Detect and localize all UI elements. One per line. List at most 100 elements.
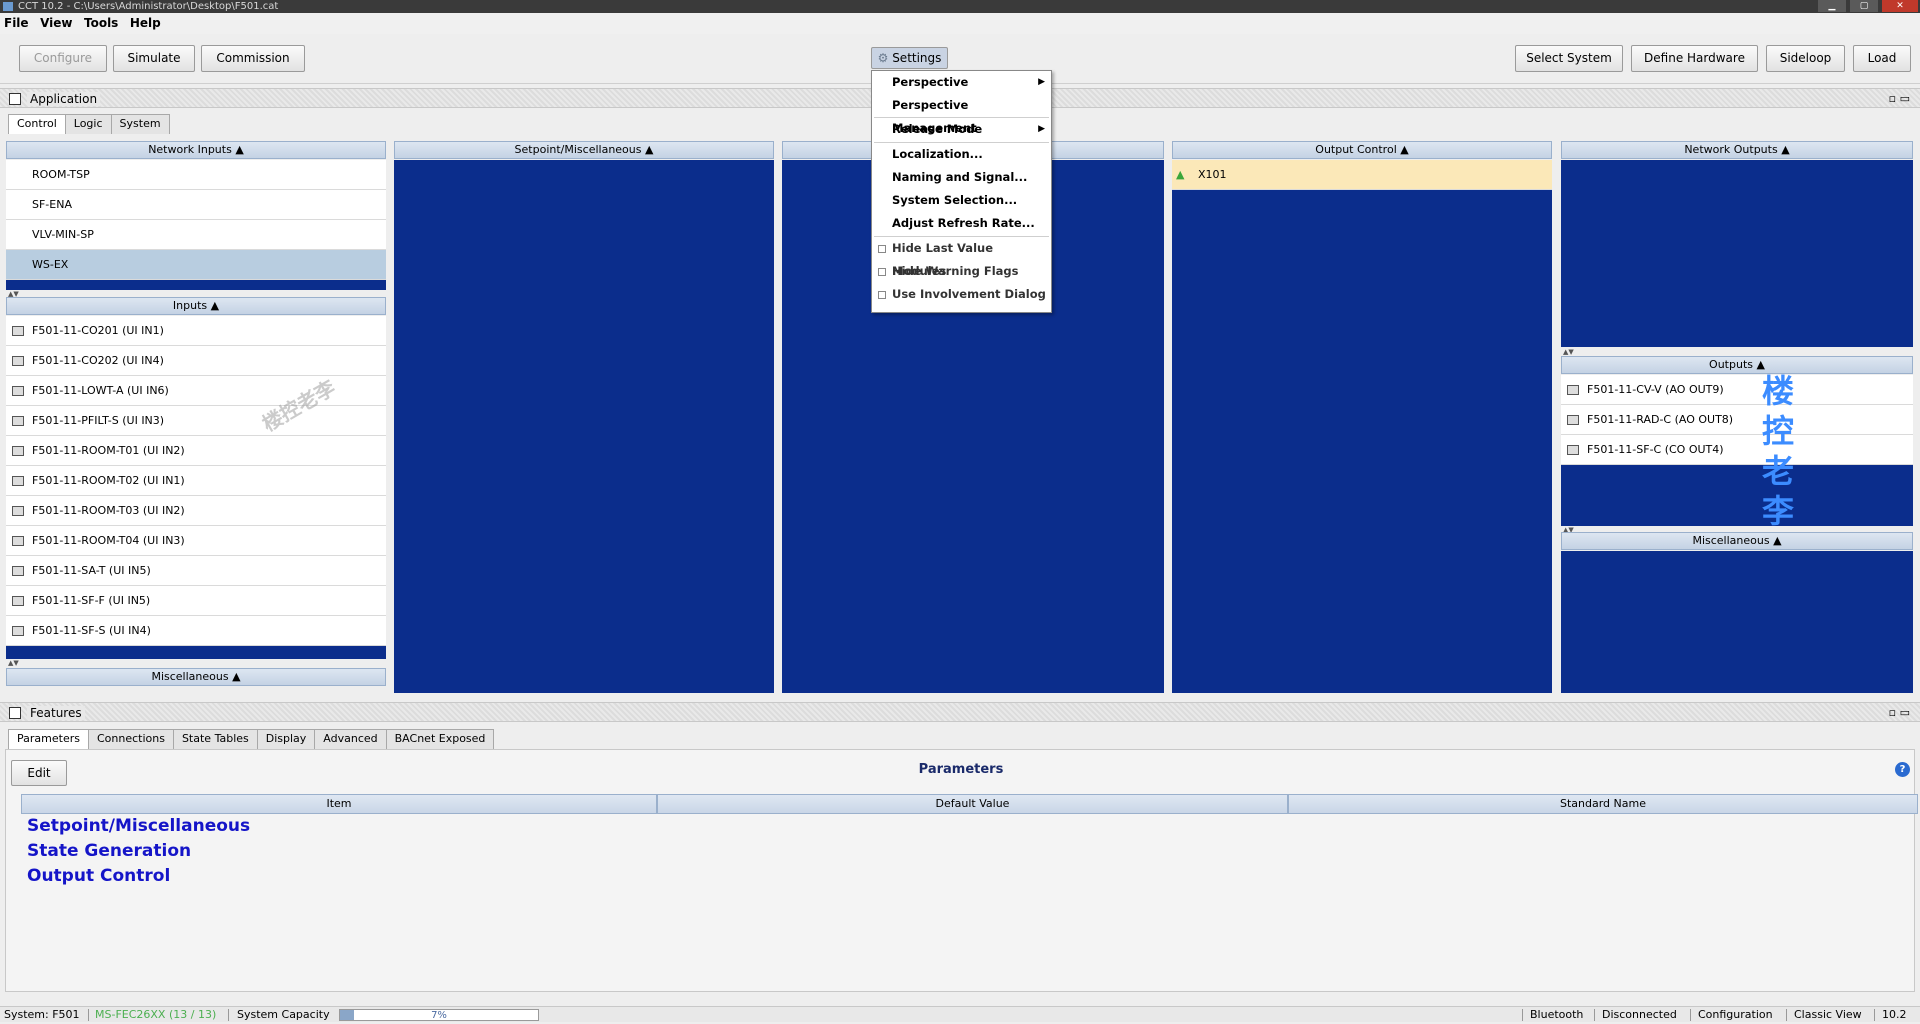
list-item-label: F501-11-PFILT-S (UI IN3) xyxy=(32,414,165,427)
group-state-generation[interactable]: State Generation xyxy=(27,841,191,861)
tab-state-tables[interactable]: State Tables xyxy=(172,729,258,749)
input-module-icon xyxy=(12,596,24,606)
splitter-arrows-icon[interactable]: ▲▼ xyxy=(8,659,19,667)
watermark-char: 李 xyxy=(1762,492,1795,530)
configure-button[interactable]: Configure xyxy=(19,45,107,72)
inputs-panel: F501-11-CO201 (UI IN1) F501-11-CO202 (UI… xyxy=(6,316,386,659)
network-outputs-header[interactable]: Network Outputs ▲ xyxy=(1561,141,1913,159)
menu-item-release-mode[interactable]: Release Mode ▶ xyxy=(872,118,1051,141)
list-item[interactable]: F501-11-SA-T (UI IN5) xyxy=(6,556,386,586)
column-header-standard-name[interactable]: Standard Name xyxy=(1288,794,1918,814)
simulate-button[interactable]: Simulate xyxy=(113,45,195,72)
status-divider xyxy=(1874,1009,1875,1021)
restore-icon[interactable]: ▫ ▭ xyxy=(1889,706,1910,719)
list-item-label: F501-11-LOWT-A (UI IN6) xyxy=(32,384,169,397)
menu-item-label: Hide Warning Flags xyxy=(892,264,1019,278)
menu-help[interactable]: Help xyxy=(126,13,165,33)
list-item-label: F501-11-ROOM-T02 (UI IN1) xyxy=(32,474,185,487)
outputs-header[interactable]: Outputs ▲ xyxy=(1561,356,1913,374)
select-system-button[interactable]: Select System xyxy=(1515,45,1623,72)
input-module-icon xyxy=(12,446,24,456)
list-item[interactable]: SF-ENA xyxy=(6,190,386,220)
list-item[interactable]: F501-11-CO202 (UI IN4) xyxy=(6,346,386,376)
menu-item-system-selection[interactable]: System Selection... xyxy=(872,189,1051,212)
menu-item-hide-last-value-modules[interactable]: Hide Last Value Modules xyxy=(872,237,1051,278)
menu-item-perspective-management[interactable]: Perspective Management xyxy=(872,94,1051,135)
input-module-icon xyxy=(12,506,24,516)
checkbox-icon xyxy=(878,291,886,299)
menu-item-perspective[interactable]: Perspective ▶ xyxy=(872,71,1051,94)
menu-item-naming-and-signal[interactable]: Naming and Signal... xyxy=(872,166,1051,189)
settings-button[interactable]: ⚙ Settings xyxy=(871,47,948,69)
menu-tools[interactable]: Tools xyxy=(80,13,122,33)
tab-display[interactable]: Display xyxy=(256,729,316,749)
application-collapse-checkbox[interactable] xyxy=(9,93,21,105)
menu-file[interactable]: File xyxy=(0,13,33,33)
status-divider xyxy=(1594,1009,1595,1021)
submenu-arrow-icon: ▶ xyxy=(1038,77,1045,87)
input-module-icon xyxy=(12,356,24,366)
load-button[interactable]: Load xyxy=(1853,45,1911,72)
minimize-icon[interactable]: ▁ xyxy=(1818,0,1846,12)
misc-right-header[interactable]: Miscellaneous ▲ xyxy=(1561,532,1913,550)
tab-advanced[interactable]: Advanced xyxy=(314,729,387,749)
splitter-arrows-icon[interactable]: ▲▼ xyxy=(1563,348,1574,356)
restore-icon[interactable]: ▫ ▭ xyxy=(1889,92,1910,105)
column-header-item[interactable]: Item xyxy=(21,794,657,814)
tab-logic[interactable]: Logic xyxy=(64,114,112,134)
checkbox-icon xyxy=(878,245,886,253)
tab-connections[interactable]: Connections xyxy=(87,729,174,749)
output-module-icon xyxy=(1567,385,1579,395)
output-control-header[interactable]: Output Control ▲ xyxy=(1172,141,1552,159)
status-divider xyxy=(1522,1009,1523,1021)
status-controller: MS-FEC26XX (13 / 13) xyxy=(95,1008,217,1021)
list-item[interactable]: F501-11-SF-F (UI IN5) xyxy=(6,586,386,616)
menu-view[interactable]: View xyxy=(36,13,76,33)
network-inputs-header[interactable]: Network Inputs ▲ xyxy=(6,141,386,159)
list-item[interactable]: F501-11-ROOM-T01 (UI IN2) xyxy=(6,436,386,466)
list-item[interactable]: F501-11-PFILT-S (UI IN3) xyxy=(6,406,386,436)
setpoint-header[interactable]: Setpoint/Miscellaneous ▲ xyxy=(394,141,774,159)
menu-item-use-involvement-dialog[interactable]: Use Involvement Dialog xyxy=(872,283,1051,306)
inputs-header[interactable]: Inputs ▲ xyxy=(6,297,386,315)
list-item-selected[interactable]: WS-EX xyxy=(6,250,386,280)
list-item-label: F501-11-RAD-C (AO OUT8) xyxy=(1587,413,1734,426)
list-item[interactable]: ▲ X101 xyxy=(1172,160,1552,190)
status-capacity-label: System Capacity xyxy=(237,1008,330,1021)
list-item-label: F501-11-SA-T (UI IN5) xyxy=(32,564,151,577)
list-item[interactable]: F501-11-ROOM-T03 (UI IN2) xyxy=(6,496,386,526)
features-collapse-checkbox[interactable] xyxy=(9,707,21,719)
group-output-control[interactable]: Output Control xyxy=(27,866,170,886)
define-hardware-button[interactable]: Define Hardware xyxy=(1631,45,1758,72)
tab-system[interactable]: System xyxy=(110,114,170,134)
menu-item-adjust-refresh-rate[interactable]: Adjust Refresh Rate... xyxy=(872,212,1051,235)
list-item[interactable]: F501-11-CV-V (AO OUT9) xyxy=(1561,375,1913,405)
tab-parameters[interactable]: Parameters xyxy=(8,729,89,749)
menu-item-label: Adjust Refresh Rate... xyxy=(892,216,1035,230)
maximize-icon[interactable]: ▢ xyxy=(1850,0,1878,12)
menu-item-label: System Selection... xyxy=(892,193,1018,207)
list-item-label: F501-11-SF-S (UI IN4) xyxy=(32,624,151,637)
list-item-label: WS-EX xyxy=(32,258,69,271)
window-title: CCT 10.2 - C:\Users\Administrator\Deskto… xyxy=(18,1,279,12)
list-item[interactable]: F501-11-SF-S (UI IN4) xyxy=(6,616,386,646)
list-item[interactable]: ROOM-TSP xyxy=(6,160,386,190)
commission-button[interactable]: Commission xyxy=(201,45,305,72)
tab-bacnet-exposed[interactable]: BACnet Exposed xyxy=(385,729,495,749)
group-setpoint-misc[interactable]: Setpoint/Miscellaneous xyxy=(27,816,250,836)
list-item[interactable]: VLV-MIN-SP xyxy=(6,220,386,250)
menu-item-localization[interactable]: Localization... xyxy=(872,143,1051,166)
list-item[interactable]: F501-11-SF-C (CO OUT4) xyxy=(1561,435,1913,465)
list-item[interactable]: F501-11-RAD-C (AO OUT8) xyxy=(1561,405,1913,435)
status-view: Classic View xyxy=(1794,1008,1862,1021)
column-header-default-value[interactable]: Default Value xyxy=(657,794,1288,814)
close-icon[interactable]: ✕ xyxy=(1882,0,1918,12)
list-item[interactable]: F501-11-CO201 (UI IN1) xyxy=(6,316,386,346)
list-item[interactable]: F501-11-ROOM-T02 (UI IN1) xyxy=(6,466,386,496)
list-item[interactable]: F501-11-ROOM-T04 (UI IN3) xyxy=(6,526,386,556)
misc-left-header[interactable]: Miscellaneous ▲ xyxy=(6,668,386,686)
menu-item-hide-warning-flags[interactable]: Hide Warning Flags xyxy=(872,260,1051,283)
tab-control[interactable]: Control xyxy=(8,114,66,134)
help-icon[interactable]: ? xyxy=(1895,762,1910,777)
sideloop-button[interactable]: Sideloop xyxy=(1766,45,1845,72)
